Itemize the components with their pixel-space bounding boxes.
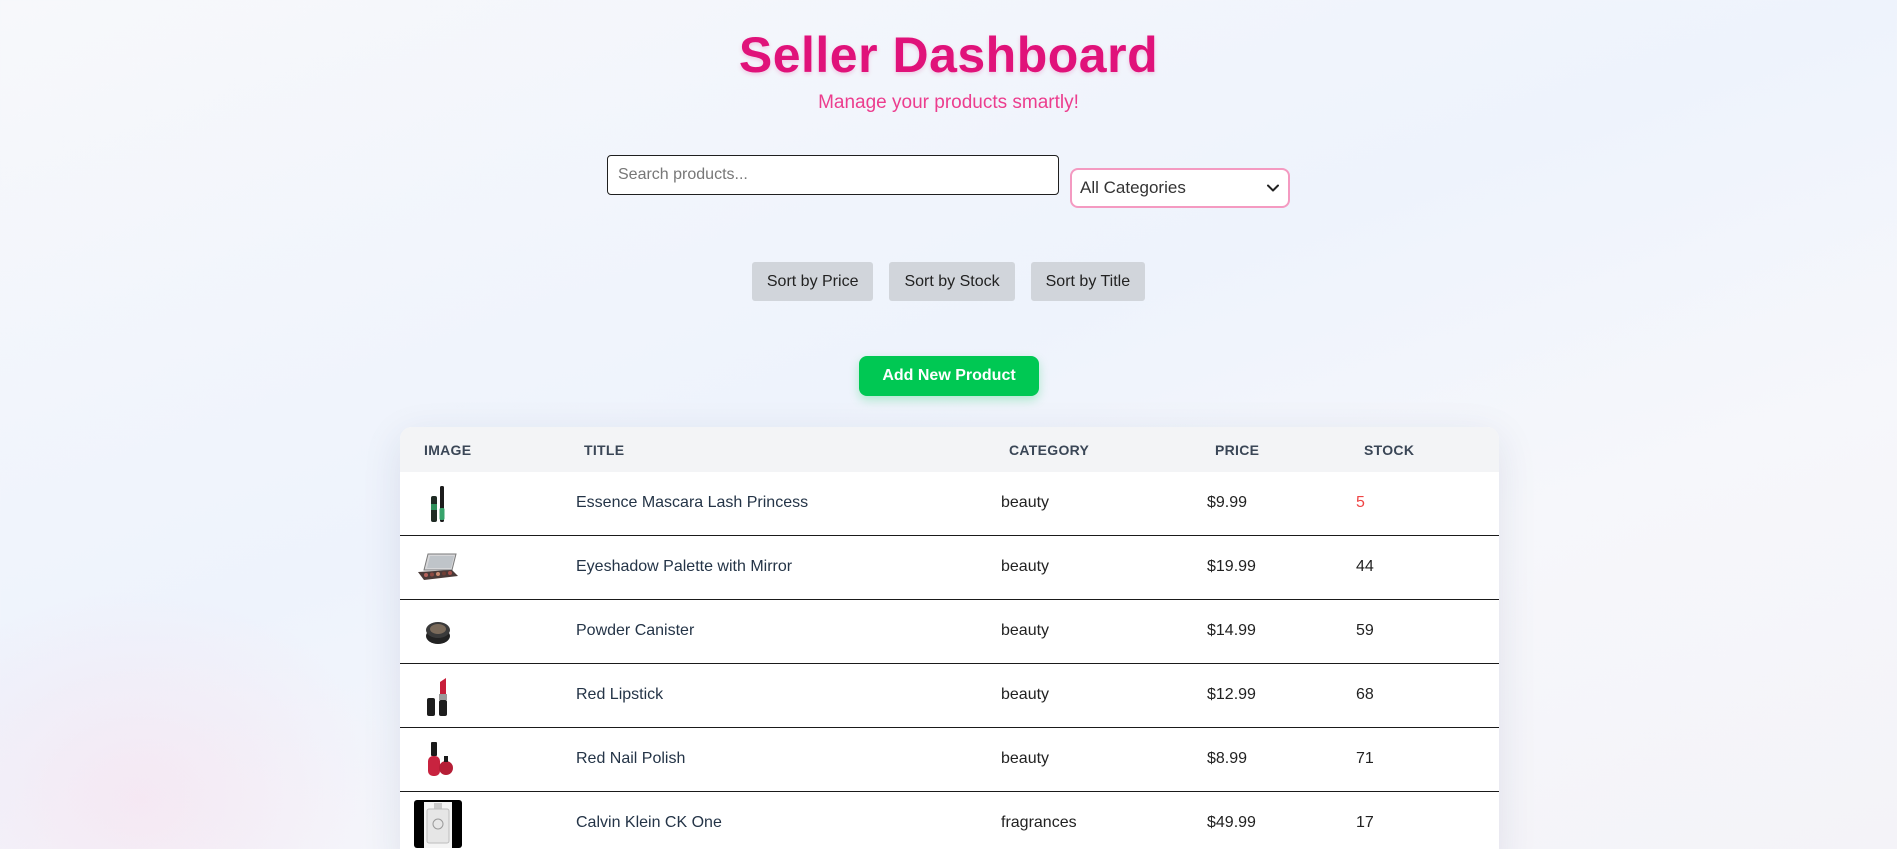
add-new-product-button[interactable]: Add New Product xyxy=(859,356,1039,396)
product-title: Red Lipstick xyxy=(576,686,664,703)
perfume-bottle-icon xyxy=(414,800,462,848)
product-title: Powder Canister xyxy=(576,622,695,639)
product-stock: 71 xyxy=(1356,750,1374,767)
product-title: Red Nail Polish xyxy=(576,750,686,767)
page-title: Seller Dashboard xyxy=(738,27,1159,83)
product-category: fragrances xyxy=(1001,814,1077,831)
eyeshadow-palette-icon xyxy=(414,544,462,592)
table-row[interactable]: Essence Mascara Lash Princess beauty $9.… xyxy=(400,472,1499,536)
table-row[interactable]: Calvin Klein CK One fragrances $49.99 17 xyxy=(400,792,1499,849)
product-title: Calvin Klein CK One xyxy=(576,814,722,831)
product-price: $19.99 xyxy=(1207,558,1256,575)
table-header: IMAGE TITLE CATEGORY PRICE STOCK xyxy=(400,427,1499,472)
nail-polish-icon xyxy=(414,736,462,784)
page-subtitle: Manage your products smartly! xyxy=(818,92,1079,113)
table-row[interactable]: Red Nail Polish beauty $8.99 71 xyxy=(400,728,1499,792)
column-header-title[interactable]: TITLE xyxy=(584,442,624,458)
table-row[interactable]: Eyeshadow Palette with Mirror beauty $19… xyxy=(400,536,1499,600)
search-input[interactable] xyxy=(607,155,1059,195)
column-header-price[interactable]: PRICE xyxy=(1215,442,1259,458)
table-row[interactable]: Powder Canister beauty $14.99 59 xyxy=(400,600,1499,664)
product-stock: 59 xyxy=(1356,622,1374,639)
chevron-down-icon xyxy=(1266,181,1280,195)
sort-by-stock-button[interactable]: Sort by Stock xyxy=(889,262,1015,301)
product-category: beauty xyxy=(1001,686,1050,703)
table-row[interactable]: Red Lipstick beauty $12.99 68 xyxy=(400,664,1499,728)
product-category: beauty xyxy=(1001,750,1050,767)
product-stock: 5 xyxy=(1356,494,1365,511)
sort-by-title-button[interactable]: Sort by Title xyxy=(1030,262,1146,301)
lipstick-icon xyxy=(414,672,462,720)
product-price: $12.99 xyxy=(1207,686,1256,703)
seller-dashboard-page: Seller Dashboard Manage your products sm… xyxy=(0,0,1897,849)
product-stock: 68 xyxy=(1356,686,1374,703)
column-header-image[interactable]: IMAGE xyxy=(424,442,471,458)
powder-canister-icon xyxy=(414,608,462,656)
product-category: beauty xyxy=(1001,622,1050,639)
sort-bar: Sort by Price Sort by Stock Sort by Titl… xyxy=(0,262,1897,301)
category-select-value: All Categories xyxy=(1080,178,1186,197)
product-price: $8.99 xyxy=(1207,750,1248,767)
product-category: beauty xyxy=(1001,494,1050,511)
product-stock: 17 xyxy=(1356,814,1374,831)
product-stock: 44 xyxy=(1356,558,1374,575)
product-price: $49.99 xyxy=(1207,814,1256,831)
mascara-icon xyxy=(414,480,462,528)
column-header-stock[interactable]: STOCK xyxy=(1364,442,1414,458)
product-title: Eyeshadow Palette with Mirror xyxy=(576,558,793,575)
products-table: IMAGE TITLE CATEGORY PRICE STOCK Essence… xyxy=(400,427,1499,849)
product-price: $14.99 xyxy=(1207,622,1256,639)
product-title: Essence Mascara Lash Princess xyxy=(576,494,809,511)
product-category: beauty xyxy=(1001,558,1050,575)
product-price: $9.99 xyxy=(1207,494,1248,511)
sort-by-price-button[interactable]: Sort by Price xyxy=(751,262,874,301)
category-select[interactable]: All Categories xyxy=(1070,168,1290,208)
column-header-category[interactable]: CATEGORY xyxy=(1009,442,1089,458)
